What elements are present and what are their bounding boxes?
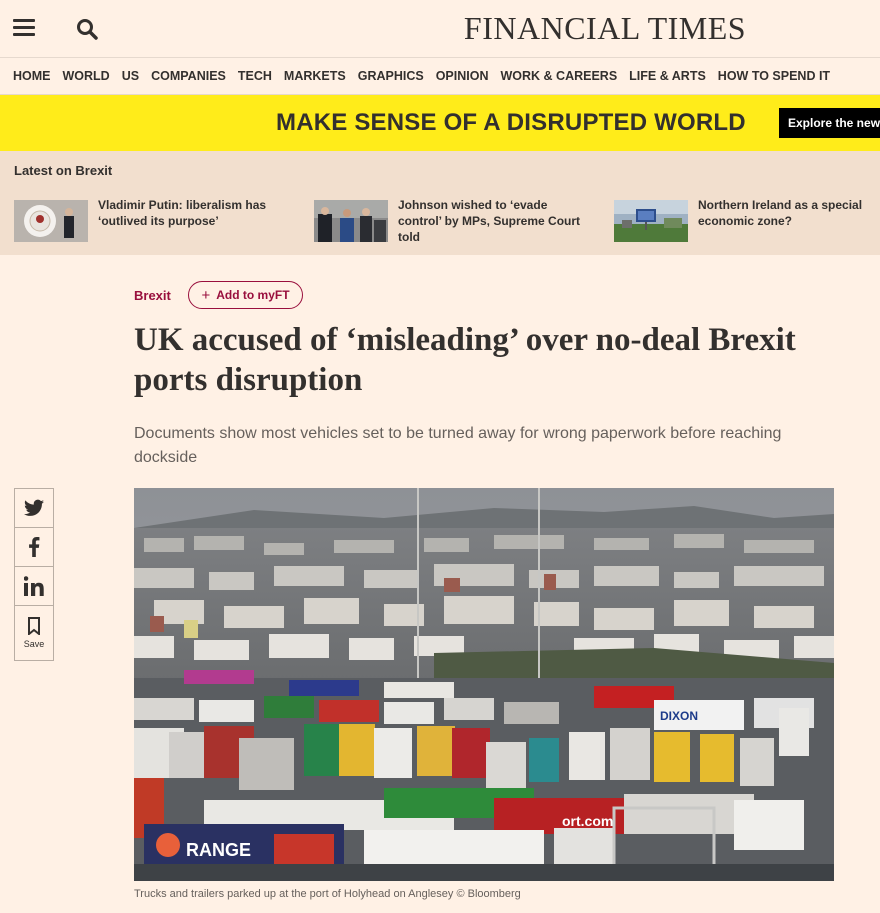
latest-title: Latest on Brexit	[14, 163, 113, 178]
nav-item-markets[interactable]: MARKETS	[284, 69, 346, 83]
promo-banner[interactable]: MAKE SENSE OF A DISRUPTED WORLD Explore …	[0, 95, 880, 151]
search-icon[interactable]	[75, 17, 99, 41]
latest-story-3[interactable]: Northern Ireland as a special economic z…	[614, 197, 880, 243]
latest-story-2[interactable]: Johnson wished to ‘evade control’ by MPs…	[314, 197, 604, 244]
linkedin-icon	[24, 576, 44, 596]
nav-item-companies[interactable]: COMPANIES	[151, 69, 226, 83]
add-to-myft-label: Add to myFT	[216, 288, 290, 302]
top-bar: FINANCIAL TIMES	[0, 0, 880, 58]
hero-text-dixon: DIXON	[660, 709, 698, 723]
hamburger-icon[interactable]	[13, 19, 35, 37]
save-label: Save	[23, 639, 45, 649]
hero-text-dotcom: ort.com	[562, 813, 613, 829]
article-standfirst: Documents show most vehicles set to be t…	[134, 425, 782, 466]
nav-item-world[interactable]: WORLD	[63, 69, 110, 83]
nav-item-opinion[interactable]: OPINION	[436, 69, 489, 83]
nav-item-life-arts[interactable]: LIFE & ARTS	[629, 69, 706, 83]
topic-tag[interactable]: Brexit	[134, 288, 171, 303]
nav-item-work-careers[interactable]: WORK & CAREERS	[501, 69, 618, 83]
nav-item-how-to-spend-it[interactable]: HOW TO SPEND IT	[718, 69, 830, 83]
explore-button[interactable]: Explore the new	[779, 108, 880, 138]
latest-story-1[interactable]: Vladimir Putin: liberalism has ‘outlived…	[14, 197, 294, 243]
share-toolbar: Save	[14, 488, 54, 661]
image-caption: Trucks and trailers parked up at the por…	[134, 888, 521, 900]
story-thumbnail	[614, 200, 688, 242]
share-linkedin-button[interactable]	[14, 566, 54, 606]
promo-text: MAKE SENSE OF A DISRUPTED WORLD	[276, 109, 746, 136]
main-nav: HOME WORLD US COMPANIES TECH MARKETS GRA…	[0, 58, 880, 95]
story-headline: Vladimir Putin: liberalism has ‘outlived…	[98, 198, 267, 228]
hero-text-range: RANGE	[186, 840, 251, 860]
share-facebook-button[interactable]	[14, 527, 54, 567]
plus-icon: +	[201, 286, 211, 304]
masthead-logo[interactable]: FINANCIAL TIMES	[420, 10, 790, 47]
add-to-myft-button[interactable]: + Add to myFT	[188, 281, 303, 309]
story-headline: Johnson wished to ‘evade control’ by MPs…	[398, 198, 581, 244]
story-headline: Northern Ireland as a special economic z…	[698, 198, 863, 228]
bookmark-icon	[28, 617, 40, 635]
nav-item-home[interactable]: HOME	[13, 69, 51, 83]
latest-stories-bar: Latest on Brexit Vladimir Putin: liberal…	[0, 151, 880, 255]
story-thumbnail	[14, 200, 88, 242]
nav-item-tech[interactable]: TECH	[238, 69, 272, 83]
article-headline: UK accused of ‘misleading’ over no-deal …	[134, 322, 796, 398]
twitter-icon	[24, 499, 44, 516]
story-thumbnail	[314, 200, 388, 242]
share-twitter-button[interactable]	[14, 488, 54, 528]
save-article-button[interactable]: Save	[14, 605, 54, 661]
facebook-icon	[29, 537, 40, 557]
nav-item-graphics[interactable]: GRAPHICS	[358, 69, 424, 83]
hero-image-port-holyhead: DIXON ort.com RANGE	[134, 488, 834, 881]
nav-item-us[interactable]: US	[122, 69, 139, 83]
